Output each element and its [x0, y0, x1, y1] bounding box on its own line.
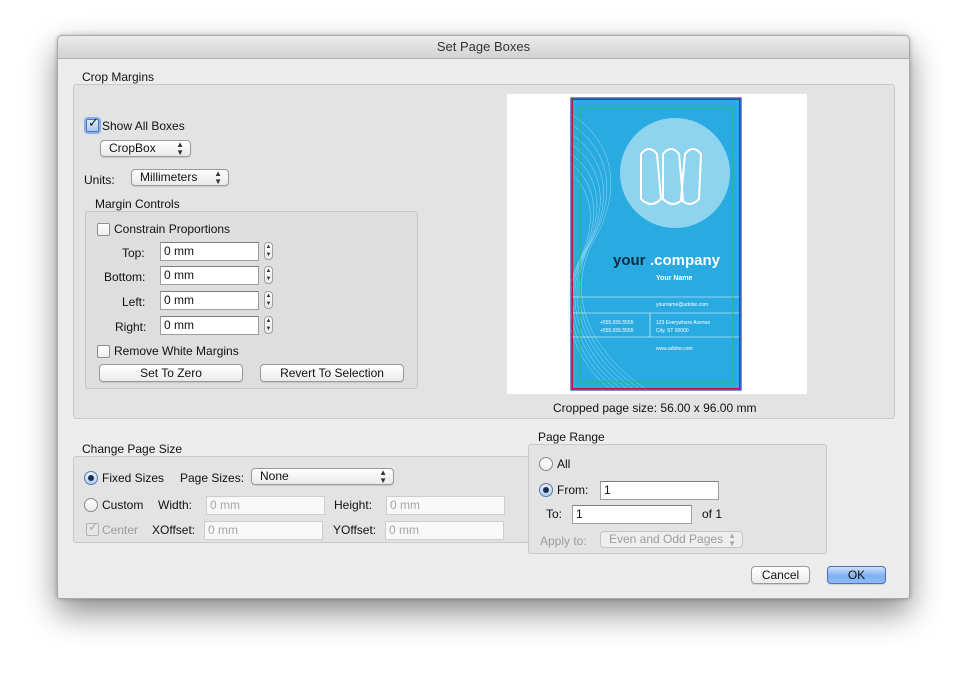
yoffset-field[interactable]: 0 mm — [385, 521, 504, 540]
set-to-zero-button[interactable]: Set To Zero — [99, 364, 243, 382]
right-margin-field[interactable]: 0 mm — [160, 316, 259, 335]
top-margin-field[interactable]: 0 mm — [160, 242, 259, 261]
logo-circle — [620, 118, 730, 228]
page-sizes-select[interactable]: None ▲ ▼ — [251, 468, 394, 485]
left-margin-stepper[interactable]: ▲ ▼ — [264, 291, 273, 309]
page-range-group: All From: 1 To: 1 of 1 Apply to: Even an… — [528, 444, 827, 554]
cropped-page-size-text: Cropped page size: 56.00 x 96.00 mm — [553, 401, 757, 415]
address2-text: City, ST 00000 — [656, 328, 689, 334]
radio-dot-icon — [88, 475, 94, 481]
business-card-preview: your .company Your Name yourname@adobe.c… — [568, 97, 742, 391]
right-margin-stepper[interactable]: ▲ ▼ — [264, 316, 273, 334]
apply-to-label: Apply to: — [540, 534, 587, 548]
to-label: To: — [546, 507, 563, 521]
change-page-size-group: Fixed Sizes Page Sizes: None ▲ ▼ Custom W… — [73, 456, 529, 543]
center-checkbox[interactable]: ✓ — [86, 519, 99, 536]
left-margin-field[interactable]: 0 mm — [160, 291, 259, 310]
all-pages-radio[interactable] — [539, 457, 553, 471]
xoffset-field[interactable]: 0 mm — [204, 521, 323, 540]
set-page-boxes-dialog: Set Page Boxes Crop Margins ✓ Show All B… — [57, 35, 910, 599]
crop-margins-label: Crop Margins — [82, 70, 155, 84]
height-label: Height: — [334, 498, 373, 512]
page-preview: your .company Your Name yourname@adobe.c… — [507, 94, 807, 394]
updown-arrows-icon: ▲ ▼ — [379, 468, 387, 485]
from-label: From: — [557, 483, 589, 497]
address1-text: 123 Everywhere Avenue — [656, 320, 710, 326]
box-type-value: CropBox — [109, 141, 156, 155]
to-page-field[interactable]: 1 — [572, 505, 692, 524]
web-text: www.adobe.com — [656, 346, 693, 352]
margin-controls-label: Margin Controls — [95, 197, 180, 211]
xoffset-label: XOffset: — [152, 523, 196, 537]
constrain-proportions-checkbox[interactable] — [97, 223, 110, 236]
checkmark-icon: ✓ — [88, 115, 99, 130]
company-name-text: .company — [650, 252, 721, 269]
bottom-margin-field[interactable]: 0 mm — [160, 266, 259, 285]
page-count-label: of 1 — [702, 507, 723, 521]
checkmark-icon: ✓ — [88, 519, 99, 534]
radio-dot-icon — [543, 487, 549, 493]
from-page-field[interactable]: 1 — [600, 481, 719, 500]
show-all-boxes-checkbox[interactable]: ✓ — [86, 115, 99, 132]
crop-margins-group: ✓ Show All Boxes CropBox ▲ ▼ Units: Milli… — [73, 84, 895, 419]
width-field[interactable]: 0 mm — [206, 496, 325, 515]
constrain-proportions-label: Constrain Proportions — [114, 222, 231, 236]
bottom-margin-stepper[interactable]: ▲ ▼ — [264, 266, 273, 284]
margin-controls-group: Constrain Proportions Top: 0 mm ▲ ▼ Botto… — [85, 211, 418, 389]
yoffset-label: YOffset: — [333, 523, 377, 537]
person-name-text: Your Name — [656, 275, 693, 282]
show-all-boxes-label: Show All Boxes — [102, 119, 185, 133]
remove-white-margins-label: Remove White Margins — [114, 344, 239, 358]
custom-label: Custom — [102, 498, 144, 512]
width-label: Width: — [158, 498, 193, 512]
ok-button[interactable]: OK — [827, 566, 886, 584]
bottom-label: Bottom: — [104, 270, 146, 284]
units-value: Millimeters — [140, 170, 198, 184]
page-sizes-label: Page Sizes: — [180, 471, 245, 485]
right-label: Right: — [115, 320, 147, 334]
remove-white-margins-checkbox[interactable] — [97, 345, 110, 358]
all-pages-label: All — [557, 457, 571, 471]
page-sizes-value: None — [260, 469, 289, 483]
from-page-radio[interactable] — [539, 483, 553, 497]
cancel-button[interactable]: Cancel — [751, 566, 810, 584]
phone1-text: +555.555.5555 — [600, 320, 634, 326]
apply-to-select[interactable]: Even and Odd Pages ▲ ▼ — [600, 531, 743, 548]
revert-to-selection-button[interactable]: Revert To Selection — [260, 364, 404, 382]
custom-radio[interactable] — [84, 498, 98, 512]
fixed-sizes-label: Fixed Sizes — [102, 471, 165, 485]
top-margin-stepper[interactable]: ▲ ▼ — [264, 242, 273, 260]
updown-arrows-icon: ▲ ▼ — [176, 140, 184, 157]
company-your-text: your — [613, 252, 646, 269]
change-page-size-label: Change Page Size — [82, 442, 183, 456]
left-label: Left: — [122, 295, 146, 309]
center-label: Center — [102, 523, 139, 537]
apply-to-value: Even and Odd Pages — [609, 532, 724, 546]
updown-arrows-icon: ▲ ▼ — [728, 531, 736, 548]
phone2-text: +555.555.5555 — [600, 328, 634, 334]
fixed-sizes-radio[interactable] — [84, 471, 98, 485]
height-field[interactable]: 0 mm — [386, 496, 505, 515]
updown-arrows-icon: ▲ ▼ — [214, 169, 222, 186]
top-label: Top: — [122, 246, 145, 260]
page-range-label: Page Range — [538, 430, 605, 444]
units-select[interactable]: Millimeters ▲ ▼ — [131, 169, 229, 186]
dialog-title: Set Page Boxes — [58, 36, 909, 59]
box-type-select[interactable]: CropBox ▲ ▼ — [100, 140, 191, 157]
units-label: Units: — [84, 173, 115, 187]
email-text: yourname@adobe.com — [656, 302, 708, 308]
